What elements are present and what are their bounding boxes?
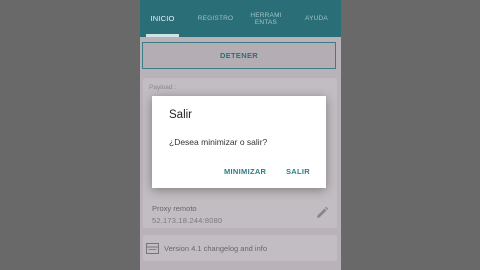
tab-herramientas-label-line2: ENTAS: [254, 18, 278, 26]
tab-inicio-label: INICIO: [150, 14, 175, 23]
pencil-icon[interactable]: [315, 206, 329, 220]
dialog-title: Salir: [169, 109, 193, 121]
tab-ayuda-label: AYUDA: [305, 15, 328, 22]
tab-herramientas[interactable]: HERRAMI ENTAS: [243, 0, 289, 37]
list-icon: [146, 243, 159, 254]
tab-inicio[interactable]: INICIO: [144, 0, 181, 37]
active-tab-indicator: [146, 34, 179, 37]
exit-dialog: Salir ¿Desea minimizar o salir? MINIMIZA…: [152, 96, 326, 188]
tab-herramientas-label-line1: HERRAMI: [250, 11, 282, 19]
exit-button[interactable]: SALIR: [286, 167, 310, 176]
proxy-value: 52.173.18.244:8080: [152, 216, 223, 225]
tab-registro[interactable]: REGISTRO: [191, 0, 240, 37]
tab-bar: INICIO REGISTRO HERRAMI ENTAS AYUDA: [140, 0, 341, 37]
changelog-label: Version 4.1 changelog and info: [164, 244, 267, 253]
proxy-label: Proxy remoto: [152, 204, 197, 213]
tab-ayuda[interactable]: AYUDA: [295, 0, 338, 37]
tab-registro-label: REGISTRO: [197, 15, 234, 22]
stop-button[interactable]: DETENER: [142, 42, 336, 69]
dialog-message: ¿Desea minimizar o salir?: [169, 137, 268, 147]
payload-label: Payload :: [149, 84, 177, 91]
minimize-button[interactable]: MINIMIZAR: [224, 167, 266, 176]
